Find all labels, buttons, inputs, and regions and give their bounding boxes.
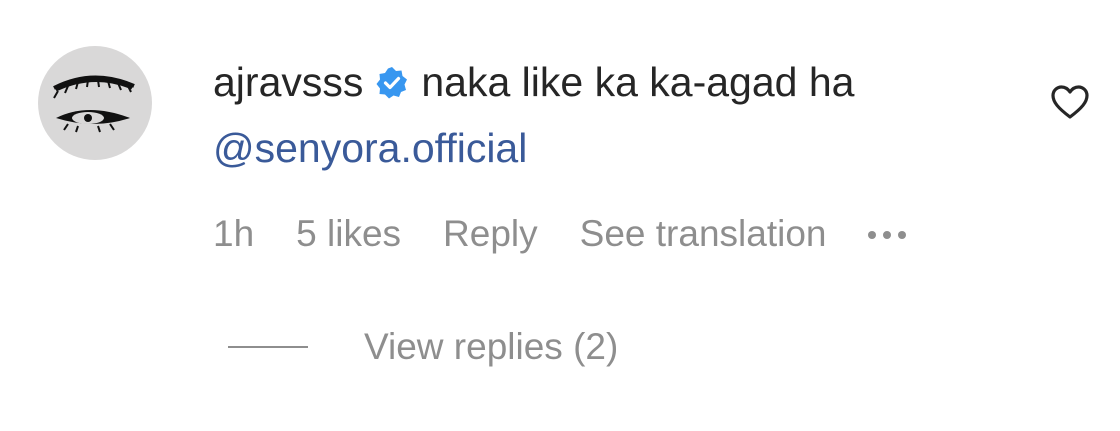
comment-body: ajravsss naka like ka ka-agad ha @senyor… [213, 52, 1013, 256]
eye-avatar-icon [53, 75, 135, 133]
heart-icon[interactable] [1050, 84, 1090, 120]
replies-divider [228, 346, 308, 348]
username-link[interactable]: ajravsss [213, 59, 363, 106]
view-replies-button[interactable]: View replies (2) [228, 326, 618, 368]
comment-text: naka like ka ka-agad ha [421, 58, 855, 105]
reply-button[interactable]: Reply [443, 213, 538, 255]
verified-badge-icon [375, 66, 409, 100]
comment-meta: 1h 5 likes Reply See translation [213, 212, 1013, 256]
comment-header: ajravsss naka like ka ka-agad ha [213, 52, 1013, 112]
view-replies-label: View replies (2) [364, 326, 619, 367]
comment-item: ajravsss naka like ka ka-agad ha @senyor… [0, 0, 1120, 431]
see-translation-button[interactable]: See translation [580, 213, 827, 255]
timestamp[interactable]: 1h [213, 213, 254, 255]
more-horizontal-icon[interactable] [868, 231, 907, 239]
avatar[interactable] [38, 46, 152, 160]
likes-count[interactable]: 5 likes [296, 213, 401, 255]
mention-link[interactable]: @senyora.official [213, 118, 1013, 178]
